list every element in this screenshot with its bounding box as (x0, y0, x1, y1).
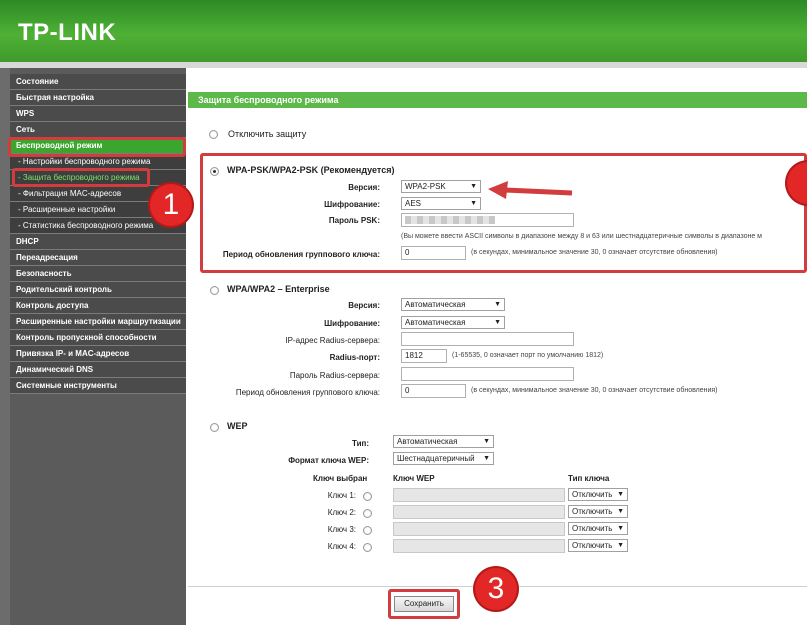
chevron-down-icon: ▼ (470, 200, 477, 207)
sidebar-item-security[interactable]: Безопасность (10, 266, 186, 282)
wep-key3-input[interactable] (393, 522, 565, 536)
chevron-down-icon: ▼ (617, 525, 624, 532)
ent-encryption-select[interactable]: Автоматическая ▼ (401, 316, 505, 329)
disable-security-label: Отключить защиту (228, 129, 307, 139)
wep-format-value: Шестнадцатеричный (397, 454, 475, 463)
wep-key4-type-select[interactable]: Отключить ▼ (568, 539, 628, 552)
ent-version-select[interactable]: Автоматическая ▼ (401, 298, 505, 311)
wep-type-select[interactable]: Автоматическая ▼ (393, 435, 494, 448)
chevron-down-icon: ▼ (617, 491, 624, 498)
wep-key2-radio[interactable] (363, 509, 372, 518)
save-button[interactable]: Сохранить (394, 596, 454, 612)
ent-group-key-input[interactable]: 0 (401, 384, 466, 398)
psk-password-obscured (405, 216, 495, 224)
wpa-psk-label: WPA-PSK/WPA2-PSK (Рекомендуется) (227, 165, 395, 175)
wep-col-selected: Ключ выбран (313, 474, 368, 483)
chevron-down-icon: ▼ (617, 508, 624, 515)
wpa-psk-radio[interactable] (210, 167, 219, 176)
sidebar-item-ip-mac-binding[interactable]: Привязка IP- и MAC-адресов (10, 346, 186, 362)
ent-encryption-label: Шифрование: (324, 319, 380, 328)
wep-key2-label: Ключ 2: (327, 508, 356, 517)
wep-type-value: Автоматическая (397, 437, 458, 446)
wpa-psk-group-key-note: (в секундах, минимальное значение 30, 0 … (471, 249, 718, 256)
wep-key2-type-value: Отключить (572, 507, 613, 516)
radius-password-label: Пароль Radius-сервера: (289, 371, 380, 380)
wpa-enterprise-radio[interactable] (210, 286, 219, 295)
wep-key1-type-select[interactable]: Отключить ▼ (568, 488, 628, 501)
tp-link-logo: TP-LINK (18, 19, 117, 46)
sidebar-item-bandwidth[interactable]: Контроль пропускной способности (10, 330, 186, 346)
chevron-down-icon: ▼ (483, 455, 490, 462)
step-3-badge: 3 (475, 568, 517, 610)
wpa-psk-version-value: WPA2-PSK (405, 182, 446, 191)
wep-key3-type-select[interactable]: Отключить ▼ (568, 522, 628, 535)
wep-key1-input[interactable] (393, 488, 565, 502)
sidebar-item-system-tools[interactable]: Системные инструменты (10, 378, 186, 394)
wireless-security-highlight (12, 168, 150, 187)
wep-key3-radio[interactable] (363, 526, 372, 535)
radius-password-input[interactable] (401, 367, 574, 381)
wpa-psk-version-label: Версия: (348, 183, 380, 192)
radius-port-note: (1-65535, 0 означает порт по умолчанию 1… (452, 352, 604, 359)
radius-ip-input[interactable] (401, 332, 574, 346)
sidebar-item-dhcp[interactable]: DHCP (10, 234, 186, 250)
sidebar-item-quick-setup[interactable]: Быстрая настройка (10, 90, 186, 106)
wep-key3-label: Ключ 3: (327, 525, 356, 534)
step-1-badge: 1 (150, 184, 192, 226)
radius-port-input[interactable]: 1812 (401, 349, 447, 363)
ent-group-key-note: (в секундах, минимальное значение 30, 0 … (471, 387, 718, 394)
wep-key4-input[interactable] (393, 539, 565, 553)
ent-group-key-label: Период обновления группового ключа: (235, 388, 380, 397)
sidebar-item-status[interactable]: Состояние (10, 74, 186, 90)
wep-label: WEP (227, 421, 248, 431)
wpa-psk-group-key-input[interactable]: 0 (401, 246, 466, 260)
wep-key1-type-value: Отключить (572, 490, 613, 499)
sidebar-item-parental-control[interactable]: Родительский контроль (10, 282, 186, 298)
ent-encryption-value: Автоматическая (405, 318, 466, 327)
wep-radio[interactable] (210, 423, 219, 432)
wep-format-label: Формат ключа WEP: (288, 456, 369, 465)
wpa-psk-version-select[interactable]: WPA2-PSK ▼ (401, 180, 481, 193)
sidebar-item-forwarding[interactable]: Переадресация (10, 250, 186, 266)
wep-key2-input[interactable] (393, 505, 565, 519)
chevron-down-icon: ▼ (483, 438, 490, 445)
chevron-down-icon: ▼ (617, 542, 624, 549)
page-title: Защита беспроводного режима (188, 92, 807, 108)
psk-password-label: Пароль PSK: (328, 216, 380, 225)
wep-key4-label: Ключ 4: (327, 542, 356, 551)
wpa-psk-encryption-select[interactable]: AES ▼ (401, 197, 481, 210)
wep-type-label: Тип: (352, 439, 369, 448)
chevron-down-icon: ▼ (494, 319, 501, 326)
wpa-psk-encryption-value: AES (405, 199, 422, 208)
header-bar: TP-LINK (0, 0, 807, 62)
radius-ip-label: IP-адрес Radius-сервера: (285, 336, 380, 345)
chevron-down-icon: ▼ (494, 301, 501, 308)
wireless-menu-highlight (8, 137, 186, 157)
wpa-psk-encryption-label: Шифрование: (324, 200, 380, 209)
sidebar-item-routing[interactable]: Расширенные настройки маршрутизации (10, 314, 186, 330)
wep-col-type: Тип ключа (568, 474, 610, 483)
wpa-psk-group-key-label: Период обновления группового ключа: (222, 250, 380, 259)
sidebar-item-wps[interactable]: WPS (10, 106, 186, 122)
wpa-enterprise-label: WPA/WPA2 – Enterprise (227, 284, 330, 294)
wep-key1-label: Ключ 1: (327, 491, 356, 500)
sidebar-item-access-control[interactable]: Контроль доступа (10, 298, 186, 314)
wep-key1-radio[interactable] (363, 492, 372, 501)
red-arrow-annotation (488, 181, 573, 199)
wep-format-select[interactable]: Шестнадцатеричный ▼ (393, 452, 494, 465)
wep-key2-type-select[interactable]: Отключить ▼ (568, 505, 628, 518)
psk-password-note: (Вы можете ввести ASCII символы в диапаз… (401, 233, 762, 240)
chevron-down-icon: ▼ (470, 183, 477, 190)
sidebar-item-network[interactable]: Сеть (10, 122, 186, 138)
sidebar-item-ddns[interactable]: Динамический DNS (10, 362, 186, 378)
ent-version-value: Автоматическая (405, 300, 466, 309)
ent-version-label: Версия: (348, 301, 380, 310)
wep-key3-type-value: Отключить (572, 524, 613, 533)
wep-key4-radio[interactable] (363, 543, 372, 552)
wep-key4-type-value: Отключить (572, 541, 613, 550)
radius-port-label: Radius-порт: (329, 353, 380, 362)
disable-security-radio[interactable] (209, 130, 218, 139)
wep-col-key: Ключ WEP (393, 474, 435, 483)
